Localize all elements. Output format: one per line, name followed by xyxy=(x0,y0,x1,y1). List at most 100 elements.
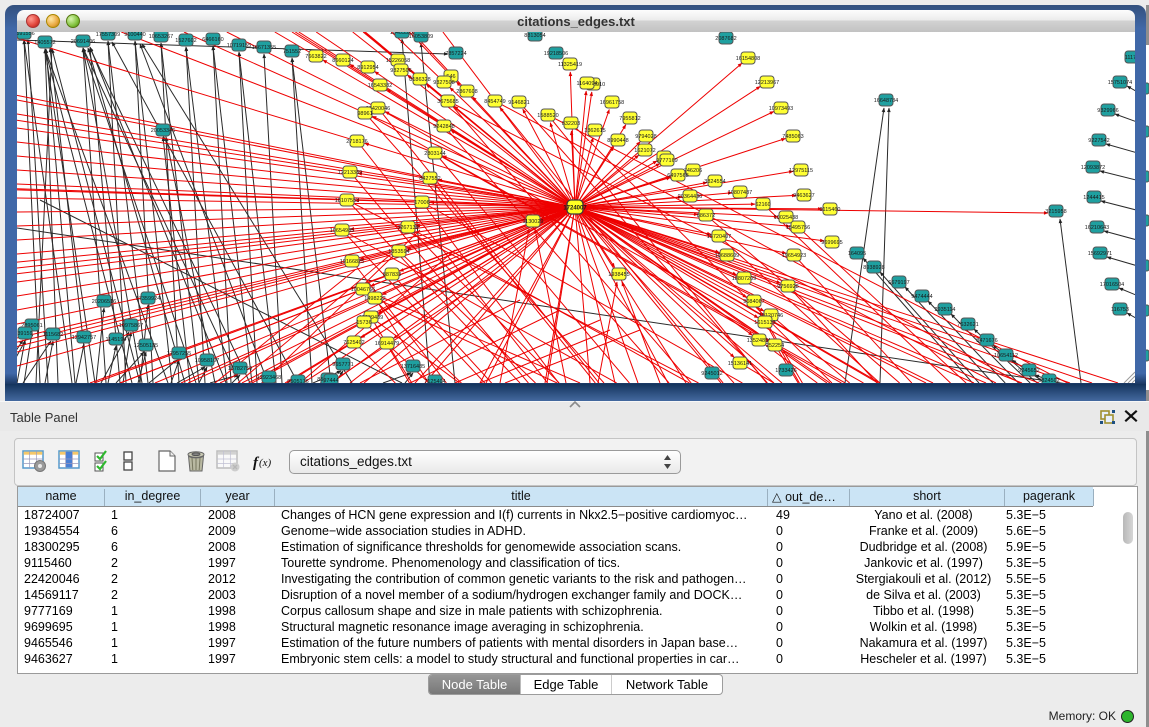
svg-text:2087682: 2087682 xyxy=(715,36,736,42)
svg-text:7125404: 7125404 xyxy=(424,379,445,383)
svg-text:9756928: 9756928 xyxy=(777,284,798,290)
svg-text:1591556: 1591556 xyxy=(17,32,35,37)
svg-text:9115460: 9115460 xyxy=(819,207,840,213)
svg-text:10025438: 10025438 xyxy=(774,215,798,221)
svg-text:17957255: 17957255 xyxy=(167,351,191,357)
svg-text:7955812: 7955812 xyxy=(619,116,640,122)
svg-text:(x): (x) xyxy=(259,457,272,469)
svg-text:8660124: 8660124 xyxy=(332,58,353,64)
svg-text:12942757: 12942757 xyxy=(72,335,96,341)
svg-text:1164094: 1164094 xyxy=(576,81,597,87)
svg-text:3824554: 3824554 xyxy=(704,179,725,185)
svg-text:12213389: 12213389 xyxy=(338,170,362,176)
svg-text:13716485: 13716485 xyxy=(401,364,425,370)
svg-text:8990448: 8990448 xyxy=(607,138,628,144)
svg-text:10654112: 10654112 xyxy=(994,353,1018,359)
svg-text:9245652: 9245652 xyxy=(1018,368,1039,374)
svg-text:16671355: 16671355 xyxy=(252,45,276,51)
svg-text:18107553: 18107553 xyxy=(335,198,359,204)
svg-text:12505135: 12505135 xyxy=(134,343,158,349)
svg-text:8938928: 8938928 xyxy=(863,265,884,271)
svg-text:1115682: 1115682 xyxy=(43,332,64,338)
svg-text:10653267: 10653267 xyxy=(149,34,173,40)
svg-text:20691406: 20691406 xyxy=(71,39,95,45)
svg-text:9327508: 9327508 xyxy=(433,80,454,86)
svg-text:17359924: 17359924 xyxy=(136,296,160,302)
svg-text:8912954: 8912954 xyxy=(357,65,378,71)
svg-text:15692971: 15692971 xyxy=(1088,251,1112,257)
svg-text:20364436: 20364436 xyxy=(678,194,702,200)
svg-text:9100440: 9100440 xyxy=(124,32,145,38)
svg-text:252254: 252254 xyxy=(766,343,784,349)
svg-text:1621072: 1621072 xyxy=(634,148,655,154)
svg-text:12975115: 12975115 xyxy=(789,168,813,174)
svg-text:12093872: 12093872 xyxy=(1081,165,1105,171)
svg-text:15226058: 15226058 xyxy=(386,58,410,64)
svg-text:16210643: 16210643 xyxy=(1085,225,1109,231)
svg-text:1498222: 1498222 xyxy=(364,296,385,302)
svg-text:9146821: 9146821 xyxy=(508,100,529,106)
svg-text:15720407: 15720407 xyxy=(707,234,731,240)
svg-text:9699695: 9699695 xyxy=(821,240,842,246)
svg-text:20053346: 20053346 xyxy=(151,128,175,134)
svg-text:10973493: 10973493 xyxy=(769,106,793,112)
svg-text:62160: 62160 xyxy=(755,202,770,208)
svg-text:2867608: 2867608 xyxy=(456,89,477,95)
svg-text:1615132: 1615132 xyxy=(754,320,775,326)
svg-text:1362615: 1362615 xyxy=(584,128,605,134)
svg-text:9084067: 9084067 xyxy=(743,299,764,305)
svg-text:116753: 116753 xyxy=(1111,307,1129,313)
svg-text:16782759: 16782759 xyxy=(228,366,252,372)
svg-text:18807209: 18807209 xyxy=(732,276,756,282)
svg-text:97444: 97444 xyxy=(323,378,338,383)
svg-text:7857224: 7857224 xyxy=(445,51,466,57)
svg-text:9329966: 9329966 xyxy=(1097,108,1118,114)
svg-text:1244415: 1244415 xyxy=(1083,195,1104,201)
svg-text:2803144: 2803144 xyxy=(424,151,445,157)
svg-text:6497568: 6497568 xyxy=(667,173,688,179)
svg-text:8427552: 8427552 xyxy=(419,176,440,182)
svg-text:16154808: 16154808 xyxy=(736,56,760,62)
svg-text:8471676: 8471676 xyxy=(976,338,997,344)
svg-text:9242848: 9242848 xyxy=(433,124,454,130)
svg-text:7663822: 7663822 xyxy=(305,54,326,60)
svg-text:2935114: 2935114 xyxy=(934,307,955,313)
svg-text:98961: 98961 xyxy=(357,111,372,117)
svg-text:9474444: 9474444 xyxy=(911,294,932,300)
svg-text:1938455: 1938455 xyxy=(608,272,629,278)
svg-text:887833: 887833 xyxy=(383,272,401,278)
svg-text:3267130: 3267130 xyxy=(397,225,418,231)
svg-text:19166825: 19166825 xyxy=(340,259,364,265)
svg-text:6466160: 6466160 xyxy=(202,37,223,43)
svg-text:10958107: 10958107 xyxy=(195,358,219,364)
svg-text:9245012: 9245012 xyxy=(701,371,722,377)
svg-text:17557309: 17557309 xyxy=(96,32,120,38)
svg-text:9824502: 9824502 xyxy=(1038,378,1059,383)
svg-text:886372: 886372 xyxy=(697,213,715,219)
svg-text:9327506: 9327506 xyxy=(390,68,411,74)
svg-text:6679197: 6679197 xyxy=(888,280,909,286)
svg-text:7485063: 7485063 xyxy=(782,134,803,140)
svg-text:12213967: 12213967 xyxy=(755,80,779,86)
svg-text:9657771: 9657771 xyxy=(332,362,353,368)
svg-text:19654923: 19654923 xyxy=(782,253,806,259)
svg-text:7625402: 7625402 xyxy=(343,340,364,346)
svg-text:164095: 164095 xyxy=(848,251,866,257)
svg-text:11325419: 11325419 xyxy=(558,62,582,68)
svg-text:3675685: 3675685 xyxy=(437,99,458,105)
svg-text:1145194: 1145194 xyxy=(105,337,126,343)
svg-text:17006: 17006 xyxy=(414,200,429,206)
svg-text:10975867: 10975867 xyxy=(119,323,143,329)
svg-text:8186328: 8186328 xyxy=(409,77,430,83)
svg-text:832203: 832203 xyxy=(562,121,580,127)
svg-text:19654985: 19654985 xyxy=(330,228,354,234)
svg-text:20206516: 20206516 xyxy=(92,299,116,305)
svg-text:16543382: 16543382 xyxy=(368,83,392,89)
svg-text:18495756: 18495756 xyxy=(786,225,810,231)
svg-text:1405572: 1405572 xyxy=(34,40,55,46)
svg-text:17016504: 17016504 xyxy=(1100,282,1124,288)
svg-text:2718176: 2718176 xyxy=(346,139,367,145)
svg-text:10719155: 10719155 xyxy=(227,43,251,49)
svg-text:10807487: 10807487 xyxy=(728,190,752,196)
svg-text:11172: 11172 xyxy=(1125,55,1135,61)
